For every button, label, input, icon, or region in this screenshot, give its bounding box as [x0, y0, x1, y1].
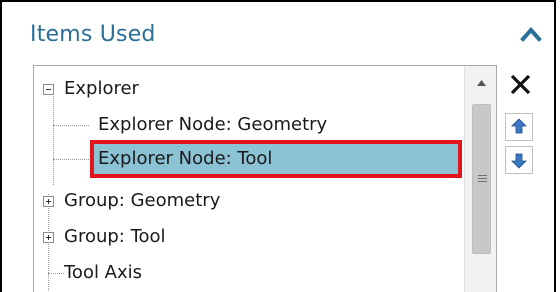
tree-item-tool-axis[interactable]: Tool Axis — [34, 256, 464, 290]
tree-item-explorer-node-geometry[interactable]: Explorer Node: Geometry — [34, 108, 464, 142]
arrow-up-icon — [511, 118, 527, 134]
chevron-up-icon — [520, 26, 542, 42]
tree-item-label: Explorer Node: Geometry — [98, 114, 328, 135]
tree-item-group-tool[interactable]: Group: Tool — [34, 220, 464, 254]
collapse-node-icon[interactable] — [43, 84, 54, 95]
close-icon — [510, 74, 531, 95]
tree-item-label: Explorer — [64, 78, 139, 99]
tree-scrollbar[interactable] — [464, 66, 496, 292]
grip-line — [478, 181, 487, 182]
triangle-up-icon — [477, 80, 486, 86]
tree-item-explorer[interactable]: Explorer — [34, 72, 464, 106]
remove-item-button[interactable] — [505, 69, 537, 101]
grip-line — [478, 175, 487, 176]
tree-item-group-geometry[interactable]: Group: Geometry — [34, 184, 464, 218]
move-up-button[interactable] — [505, 113, 533, 141]
arrow-down-icon — [511, 153, 527, 169]
items-tree[interactable]: Explorer Explorer Node: Geometry Explore… — [33, 65, 497, 292]
grip-line — [478, 178, 487, 179]
collapse-button[interactable] — [514, 18, 548, 52]
scrollbar-thumb[interactable] — [472, 104, 491, 254]
tree-item-label: Group: Tool — [64, 226, 166, 247]
move-down-button[interactable] — [505, 146, 533, 174]
expand-node-icon[interactable] — [43, 232, 54, 243]
annotation-red-box — [90, 140, 462, 178]
tree-item-label: Group: Geometry — [64, 190, 221, 211]
tree-item-label: Tool Axis — [64, 262, 143, 283]
scroll-up-button[interactable] — [465, 66, 496, 100]
expand-node-icon[interactable] — [43, 196, 54, 207]
panel-title: Items Used — [30, 22, 156, 47]
